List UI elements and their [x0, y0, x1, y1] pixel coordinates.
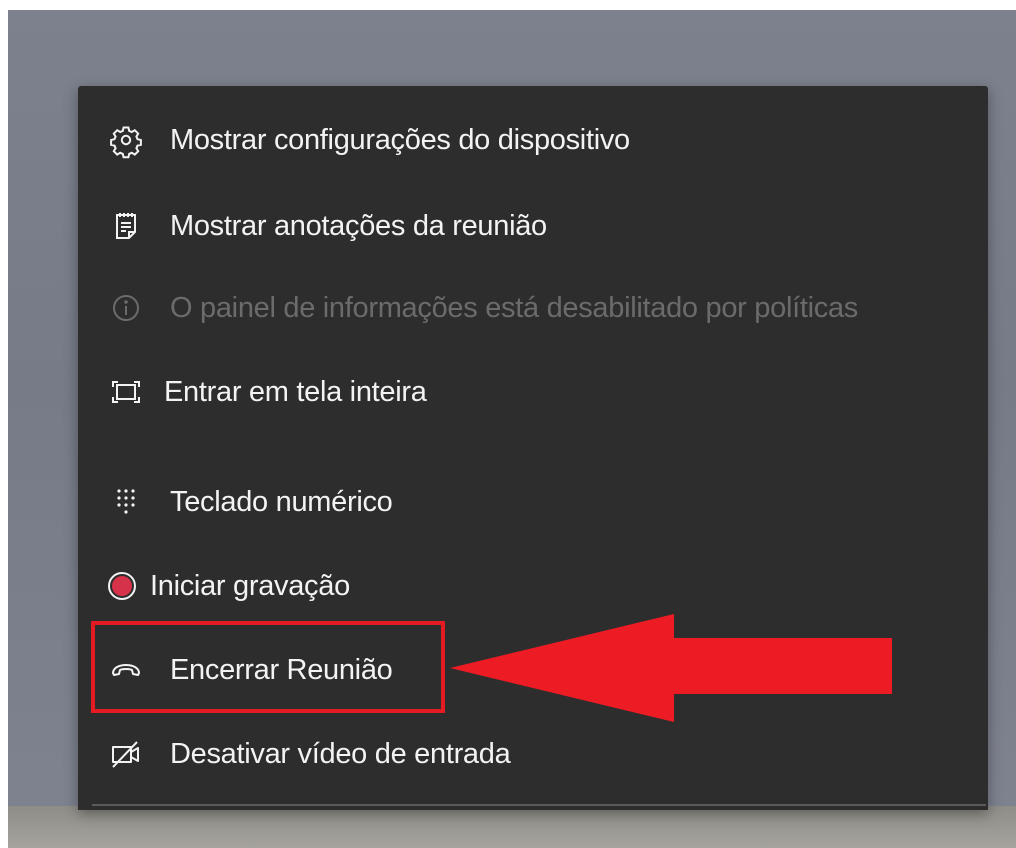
menu-item-label: Entrar em tela inteira: [164, 375, 427, 408]
notes-icon: [108, 208, 144, 244]
menu-item-label: Mostrar configurações do dispositivo: [170, 123, 630, 156]
menu-item-label: Mostrar anotações da reunião: [170, 209, 547, 242]
menu-item-fullscreen[interactable]: Entrar em tela inteira: [78, 362, 988, 422]
menu-bottom-divider: [92, 804, 986, 806]
menu-item-label: Iniciar gravação: [150, 569, 350, 602]
meeting-toolbar-strip: [8, 806, 1016, 848]
menu-item-disable-incoming-video[interactable]: Desativar vídeo de entrada: [78, 724, 988, 784]
gear-icon: [108, 122, 144, 159]
menu-item-dialpad[interactable]: Teclado numérico: [78, 472, 988, 532]
highlight-box: [91, 621, 445, 713]
menu-item-label: Teclado numérico: [170, 485, 393, 518]
dialpad-icon: [108, 484, 144, 520]
fullscreen-icon: [108, 374, 144, 410]
menu-item-meeting-notes[interactable]: Mostrar anotações da reunião: [78, 196, 988, 256]
info-icon: [108, 290, 144, 326]
menu-item-start-recording[interactable]: Iniciar gravação: [78, 556, 988, 616]
menu-item-info-panel-disabled: O painel de informações está desabilitad…: [78, 278, 988, 338]
pointer-arrow: [450, 614, 892, 722]
menu-item-label: O painel de informações está desabilitad…: [170, 291, 858, 324]
menu-item-label: Desativar vídeo de entrada: [170, 737, 511, 770]
video-off-icon: [108, 736, 144, 772]
record-icon: [104, 568, 140, 604]
menu-item-device-settings[interactable]: Mostrar configurações do dispositivo: [78, 110, 988, 170]
